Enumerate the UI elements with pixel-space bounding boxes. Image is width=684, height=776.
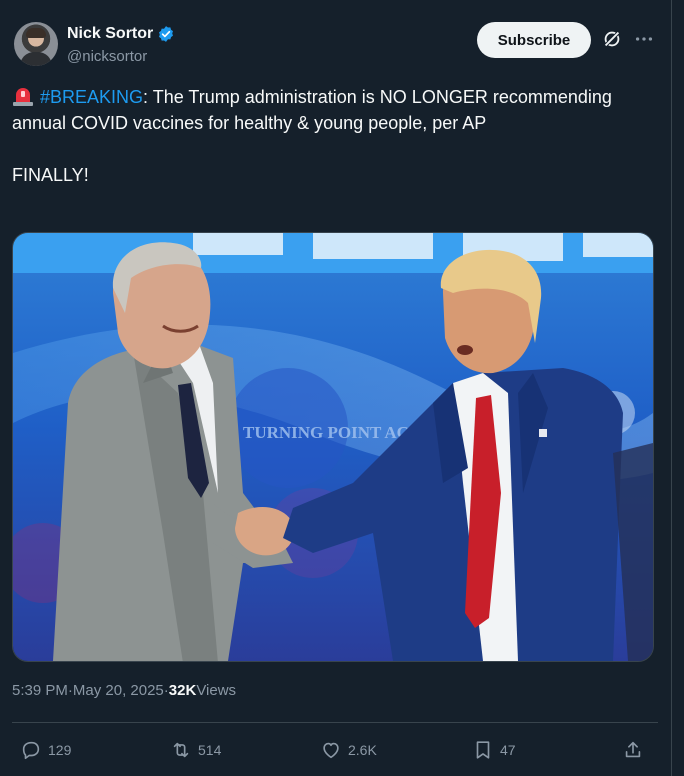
- reply-icon: [22, 741, 40, 760]
- share-button[interactable]: [622, 734, 644, 766]
- tweet-photo[interactable]: TURNING POINT ACTION: [12, 232, 654, 662]
- views-count: 32K: [168, 682, 197, 699]
- tweet-date[interactable]: May 20, 2025: [73, 682, 164, 699]
- avatar-hair: [26, 28, 46, 38]
- tweet-header: Nick Sortor @nicksortor Subscribe: [12, 20, 658, 70]
- views-label: Views: [196, 682, 237, 699]
- share-icon: [625, 741, 641, 758]
- divider: [12, 722, 658, 723]
- reply-count: 129: [48, 742, 72, 758]
- avatar[interactable]: [14, 22, 58, 66]
- author-name-line: Nick Sortor: [67, 23, 175, 45]
- bookmark-count: 47: [500, 742, 516, 758]
- photo-illustration: TURNING POINT ACTION: [13, 233, 653, 661]
- repost-button[interactable]: 514: [170, 734, 221, 766]
- hashtag-link[interactable]: #BREAKING: [40, 87, 143, 107]
- bookmark-button[interactable]: 47: [472, 734, 516, 766]
- tweet: Nick Sortor @nicksortor Subscribe #BREAK…: [0, 0, 670, 776]
- grok-icon[interactable]: [601, 28, 623, 50]
- repost-count: 514: [198, 742, 222, 758]
- verified-badge-icon[interactable]: [157, 25, 175, 43]
- like-count: 2.6K: [348, 742, 377, 758]
- reply-button[interactable]: 129: [20, 734, 71, 766]
- author-display-name[interactable]: Nick Sortor: [67, 25, 153, 43]
- subscribe-button[interactable]: Subscribe: [477, 22, 591, 58]
- police-light-emoji-icon: [13, 88, 33, 106]
- like-button[interactable]: 2.6K: [320, 734, 377, 766]
- tweet-time[interactable]: 5:39 PM: [12, 682, 68, 699]
- action-bar: 129 514 2.6K 47: [12, 734, 658, 766]
- avatar-shirt: [20, 52, 52, 66]
- author-handle[interactable]: @nicksortor: [67, 48, 147, 65]
- tweet-metadata: 5:39 PM · May 20, 2025 · 32K Views: [12, 682, 236, 699]
- tweet-second-paragraph: FINALLY!: [12, 165, 89, 185]
- tweet-text: #BREAKING: The Trump administration is N…: [12, 84, 652, 188]
- repost-icon: [173, 742, 189, 758]
- column-border: [671, 0, 672, 776]
- more-icon[interactable]: [633, 28, 655, 50]
- heart-icon: [323, 742, 339, 759]
- bookmark-icon: [476, 741, 490, 759]
